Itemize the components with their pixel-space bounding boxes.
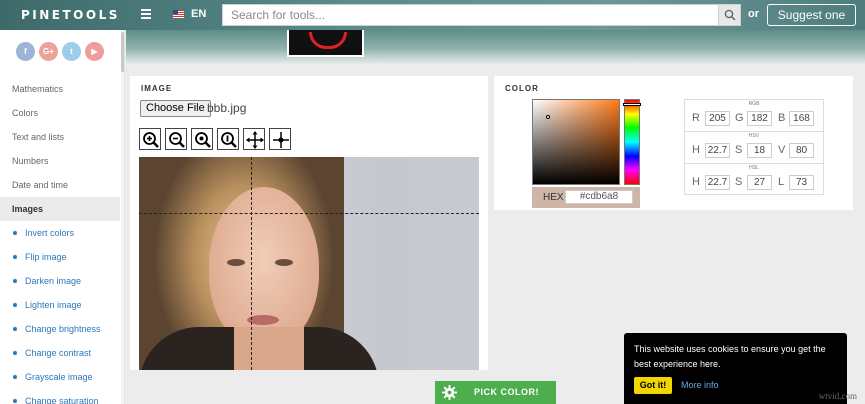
sidebar-scrollbar[interactable] xyxy=(121,30,124,404)
zoom-reset-button[interactable] xyxy=(191,128,213,150)
youtube-icon[interactable]: ▶ xyxy=(85,42,104,61)
facebook-icon[interactable]: f xyxy=(16,42,35,61)
gear-icon xyxy=(442,385,457,400)
file-name: bbb.jpg xyxy=(207,101,247,115)
hsl-h-value[interactable]: 22.7 xyxy=(705,175,730,190)
b-label: B xyxy=(778,112,786,124)
hsv-s-label: S xyxy=(735,144,743,156)
hsv-row: HSV H 22.7 S 18 V 80 xyxy=(685,132,823,164)
header-banner xyxy=(126,30,865,64)
image-canvas[interactable] xyxy=(139,157,479,370)
hsl-l-value[interactable]: 73 xyxy=(789,175,814,190)
sidebar: f G+ t ▶ Mathematics Colors Text and lis… xyxy=(0,30,125,404)
sidebar-item-text-and-lists[interactable]: Text and lists xyxy=(0,125,120,149)
search-button[interactable] xyxy=(718,5,740,25)
hsl-l-label: L xyxy=(778,176,785,188)
hsl-h-label: H xyxy=(692,176,700,188)
b-value[interactable]: 168 xyxy=(789,111,814,126)
choose-file-button[interactable]: Choose File xyxy=(140,100,211,117)
sidebar-subitem-darken-image[interactable]: Darken image xyxy=(0,269,120,293)
sidebar-item-colors[interactable]: Colors xyxy=(0,101,120,125)
hsv-v-value[interactable]: 80 xyxy=(789,143,814,158)
photo-neck xyxy=(234,327,304,370)
hsv-h-label: H xyxy=(692,144,700,156)
zoom-reset-icon xyxy=(195,132,211,148)
g-value[interactable]: 182 xyxy=(747,111,772,126)
sidebar-subitem-lighten-image[interactable]: Lighten image xyxy=(0,293,120,317)
or-label: or xyxy=(748,8,759,20)
site-logo[interactable]: PINETOOLS xyxy=(21,8,120,22)
hex-label: HEX xyxy=(543,192,564,203)
banner-logo-image xyxy=(287,30,364,57)
hsv-v-label: V xyxy=(778,144,786,156)
hsv-title: HSV xyxy=(748,133,760,139)
crosshair-button[interactable] xyxy=(269,128,291,150)
r-label: R xyxy=(692,112,700,124)
photo-eye-left xyxy=(227,259,245,266)
twitter-icon[interactable]: t xyxy=(62,42,81,61)
got-it-button[interactable]: Got it! xyxy=(634,377,672,394)
search-icon xyxy=(724,9,736,21)
hsv-s-value[interactable]: 18 xyxy=(747,143,772,158)
sidebar-subitem-change-brightness[interactable]: Change brightness xyxy=(0,317,120,341)
sidebar-item-mathematics[interactable]: Mathematics xyxy=(0,77,120,101)
hsl-s-label: S xyxy=(735,176,743,188)
rgb-row: RGB R 205 G 182 B 168 xyxy=(685,100,823,132)
zoom-in-icon xyxy=(143,132,159,148)
cookie-text: This website uses cookies to ensure you … xyxy=(634,344,826,369)
cookie-notice: This website uses cookies to ensure you … xyxy=(624,333,847,404)
more-info-link[interactable]: More info xyxy=(681,380,719,390)
zoom-out-button[interactable] xyxy=(165,128,187,150)
sidebar-item-numbers[interactable]: Numbers xyxy=(0,149,120,173)
sidebar-subitem-change-contrast[interactable]: Change contrast xyxy=(0,341,120,365)
zoom-in-button[interactable] xyxy=(139,128,161,150)
pick-color-label: PICK COLOR! xyxy=(474,387,539,397)
color-values-table: RGB R 205 G 182 B 168 HSV H 22.7 S 18 V … xyxy=(684,99,824,195)
hsl-row: HSL H 22.7 S 27 L 73 xyxy=(685,164,823,196)
suggest-one-button[interactable]: Suggest one xyxy=(767,4,856,26)
crosshair-horizontal-line xyxy=(139,213,479,214)
g-label: G xyxy=(735,112,744,124)
us-flag-icon[interactable] xyxy=(173,10,184,18)
photo-face xyxy=(209,187,319,347)
watermark: wtvid.com xyxy=(818,391,857,401)
image-panel-title: IMAGE xyxy=(141,84,173,93)
sidebar-subitem-invert-colors[interactable]: Invert colors xyxy=(0,221,120,245)
hex-input[interactable]: #cdb6a8 xyxy=(565,190,633,204)
sidebar-item-date-and-time[interactable]: Date and time xyxy=(0,173,120,197)
zoom-fit-button[interactable] xyxy=(217,128,239,150)
move-icon xyxy=(246,131,264,149)
language-selector[interactable]: EN xyxy=(191,8,206,20)
pick-color-button[interactable]: PICK COLOR! xyxy=(435,381,556,404)
crosshair-icon xyxy=(273,132,289,148)
zoom-out-icon xyxy=(169,132,185,148)
color-panel-title: COLOR xyxy=(505,84,539,93)
google-plus-icon[interactable]: G+ xyxy=(39,42,58,61)
move-button[interactable] xyxy=(243,128,265,150)
image-panel: IMAGE Choose File bbb.jpg xyxy=(130,76,488,370)
color-panel: COLOR HEX #cdb6a8 RGB R 205 G 182 B 168 … xyxy=(494,76,853,210)
sidebar-subitem-flip-image[interactable]: Flip image xyxy=(0,245,120,269)
picker-cursor[interactable] xyxy=(546,115,550,119)
hamburger-menu-icon[interactable] xyxy=(141,9,151,19)
search-box xyxy=(222,4,741,26)
saturation-value-picker[interactable] xyxy=(532,99,620,185)
crosshair-vertical-line xyxy=(251,157,252,370)
hsl-s-value[interactable]: 27 xyxy=(747,175,772,190)
top-header: PINETOOLS EN or Suggest one xyxy=(0,0,865,30)
sidebar-subitem-change-saturation[interactable]: Change saturation xyxy=(0,389,120,404)
sidebar-scroll-thumb[interactable] xyxy=(121,32,124,72)
r-value[interactable]: 205 xyxy=(705,111,730,126)
hsv-h-value[interactable]: 22.7 xyxy=(705,143,730,158)
hsl-title: HSL xyxy=(749,165,759,171)
search-input[interactable] xyxy=(223,5,718,25)
hue-slider-handle[interactable] xyxy=(623,103,641,106)
photo-eye-right xyxy=(275,259,293,266)
hue-slider[interactable] xyxy=(623,99,641,185)
hex-color-bar: HEX #cdb6a8 xyxy=(532,187,640,208)
zoom-fit-icon xyxy=(221,132,237,148)
sidebar-item-images[interactable]: Images xyxy=(0,197,120,221)
sidebar-subitem-grayscale-image[interactable]: Grayscale image xyxy=(0,365,120,389)
rgb-title: RGB xyxy=(748,101,760,107)
